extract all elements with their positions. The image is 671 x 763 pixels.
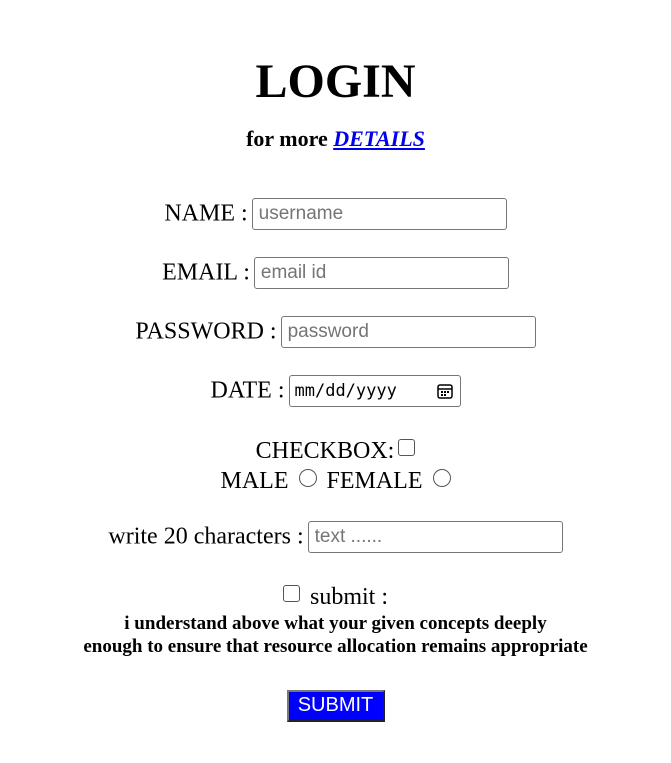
agree-row: submit : [0,584,671,611]
male-radio[interactable] [298,468,317,487]
note-line-1: i understand above what your given conce… [124,613,547,634]
date-placeholder: mm/dd/yyyy [294,381,397,401]
date-input[interactable]: mm/dd/yyyy [288,375,461,407]
email-input[interactable] [253,257,509,289]
checkbox-label: CHECKBOX: [255,438,395,464]
agree-label: submit : [309,584,388,610]
login-page: LOGIN for more DETAILS NAME : EMAIL : PA… [0,0,671,763]
submit-button[interactable]: SUBMIT [286,690,385,722]
subtitle: for more DETAILS [0,126,671,152]
agree-checkbox[interactable] [282,585,300,602]
female-label: FEMALE [326,468,423,494]
email-label: EMAIL : [162,259,250,286]
page-title: LOGIN [255,55,416,108]
chars-row: write 20 characters : [0,521,671,553]
calendar-icon[interactable] [436,382,454,400]
date-row: DATE : mm/dd/yyyy [0,375,671,407]
subtitle-prefix: for more [246,126,334,151]
email-row: EMAIL : [0,257,671,289]
submit-row: SUBMIT [0,690,671,722]
date-label: DATE : [210,377,285,404]
note-line-2: enough to ensure that resource allocatio… [83,636,588,657]
checkbox-row: CHECKBOX: [0,438,671,465]
name-label: NAME : [164,200,248,227]
username-input[interactable] [251,198,507,230]
female-radio[interactable] [432,468,451,487]
name-row: NAME : [0,198,671,230]
details-link[interactable]: DETAILS [333,126,425,151]
password-row: PASSWORD : [0,316,671,348]
gender-row: MALE FEMALE [0,468,671,495]
password-label: PASSWORD : [135,318,277,345]
chars-input[interactable] [307,521,563,553]
chars-label: write 20 characters : [108,523,304,550]
male-label: MALE [220,468,289,494]
password-input[interactable] [280,316,536,348]
checkbox-input[interactable] [398,439,416,456]
